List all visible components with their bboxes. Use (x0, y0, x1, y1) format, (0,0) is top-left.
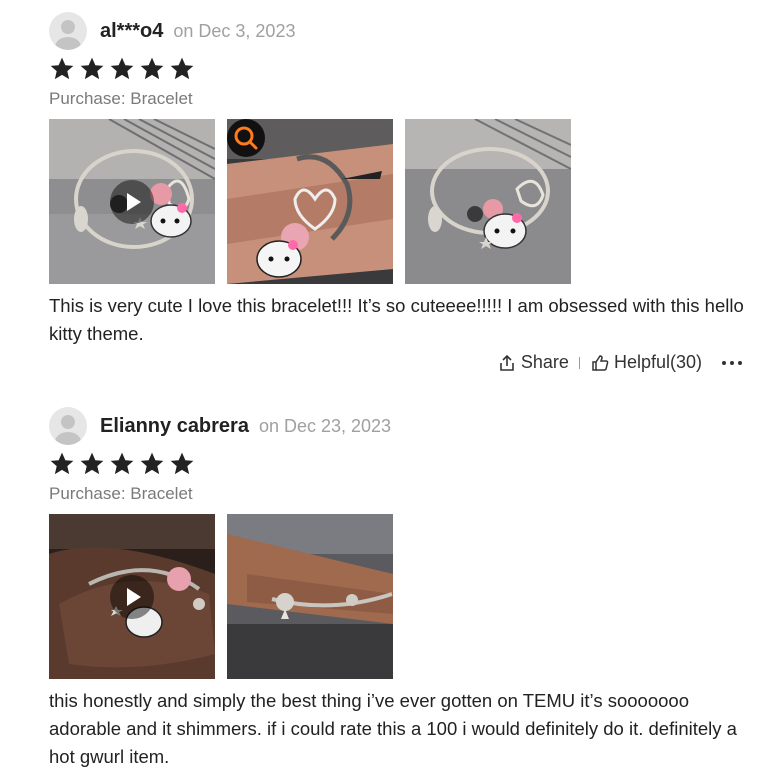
helpful-label: Helpful(30) (613, 352, 702, 372)
reviewer-name[interactable]: al***o4 (100, 20, 163, 43)
star-icon (139, 56, 165, 82)
review-actions: Share Helpful(30) (497, 352, 744, 373)
play-icon (110, 575, 154, 619)
review-video-thumbnail[interactable] (49, 514, 215, 679)
star-rating (49, 55, 749, 83)
reviewer-name[interactable]: Elianny cabrera (100, 415, 249, 438)
play-icon (110, 180, 154, 224)
review-image[interactable] (227, 514, 393, 679)
star-icon (79, 56, 105, 82)
star-icon (169, 451, 195, 477)
review-text: This is very cute I love this bracelet!!… (49, 295, 744, 344)
avatar (49, 12, 87, 50)
star-icon (139, 451, 165, 477)
zoom-icon[interactable] (227, 119, 265, 157)
review-text: this honestly and simply the best thing … (49, 690, 737, 767)
purchase-info: Purchase: Bracelet (49, 89, 193, 108)
review-card: al***o4 on Dec 3, 2023 Purchase: Bracele… (49, 12, 749, 348)
star-rating (49, 450, 749, 478)
star-icon (49, 56, 75, 82)
thumbs-up-icon (592, 354, 609, 371)
more-icon[interactable] (720, 360, 744, 365)
star-icon (79, 451, 105, 477)
review-video-thumbnail[interactable] (49, 119, 215, 284)
helpful-button[interactable]: Helpful(30) (590, 352, 702, 373)
review-media (49, 514, 749, 679)
review-image[interactable] (227, 119, 393, 284)
review-image[interactable] (405, 119, 571, 284)
star-icon (109, 451, 135, 477)
avatar (49, 407, 87, 445)
review-header: al***o4 on Dec 3, 2023 (49, 12, 749, 50)
share-label: Share (520, 352, 569, 372)
review-date: on Dec 23, 2023 (258, 415, 392, 436)
star-icon (109, 56, 135, 82)
review-media (49, 119, 749, 284)
divider (578, 356, 580, 369)
star-icon (169, 56, 195, 82)
share-icon (500, 354, 514, 371)
review-date: on Dec 3, 2023 (173, 20, 296, 41)
review-card: Elianny cabrera on Dec 23, 2023 Purchase… (49, 407, 749, 771)
review-header: Elianny cabrera on Dec 23, 2023 (49, 407, 749, 445)
star-icon (49, 451, 75, 477)
purchase-info: Purchase: Bracelet (49, 484, 193, 503)
share-button[interactable]: Share (497, 352, 569, 373)
